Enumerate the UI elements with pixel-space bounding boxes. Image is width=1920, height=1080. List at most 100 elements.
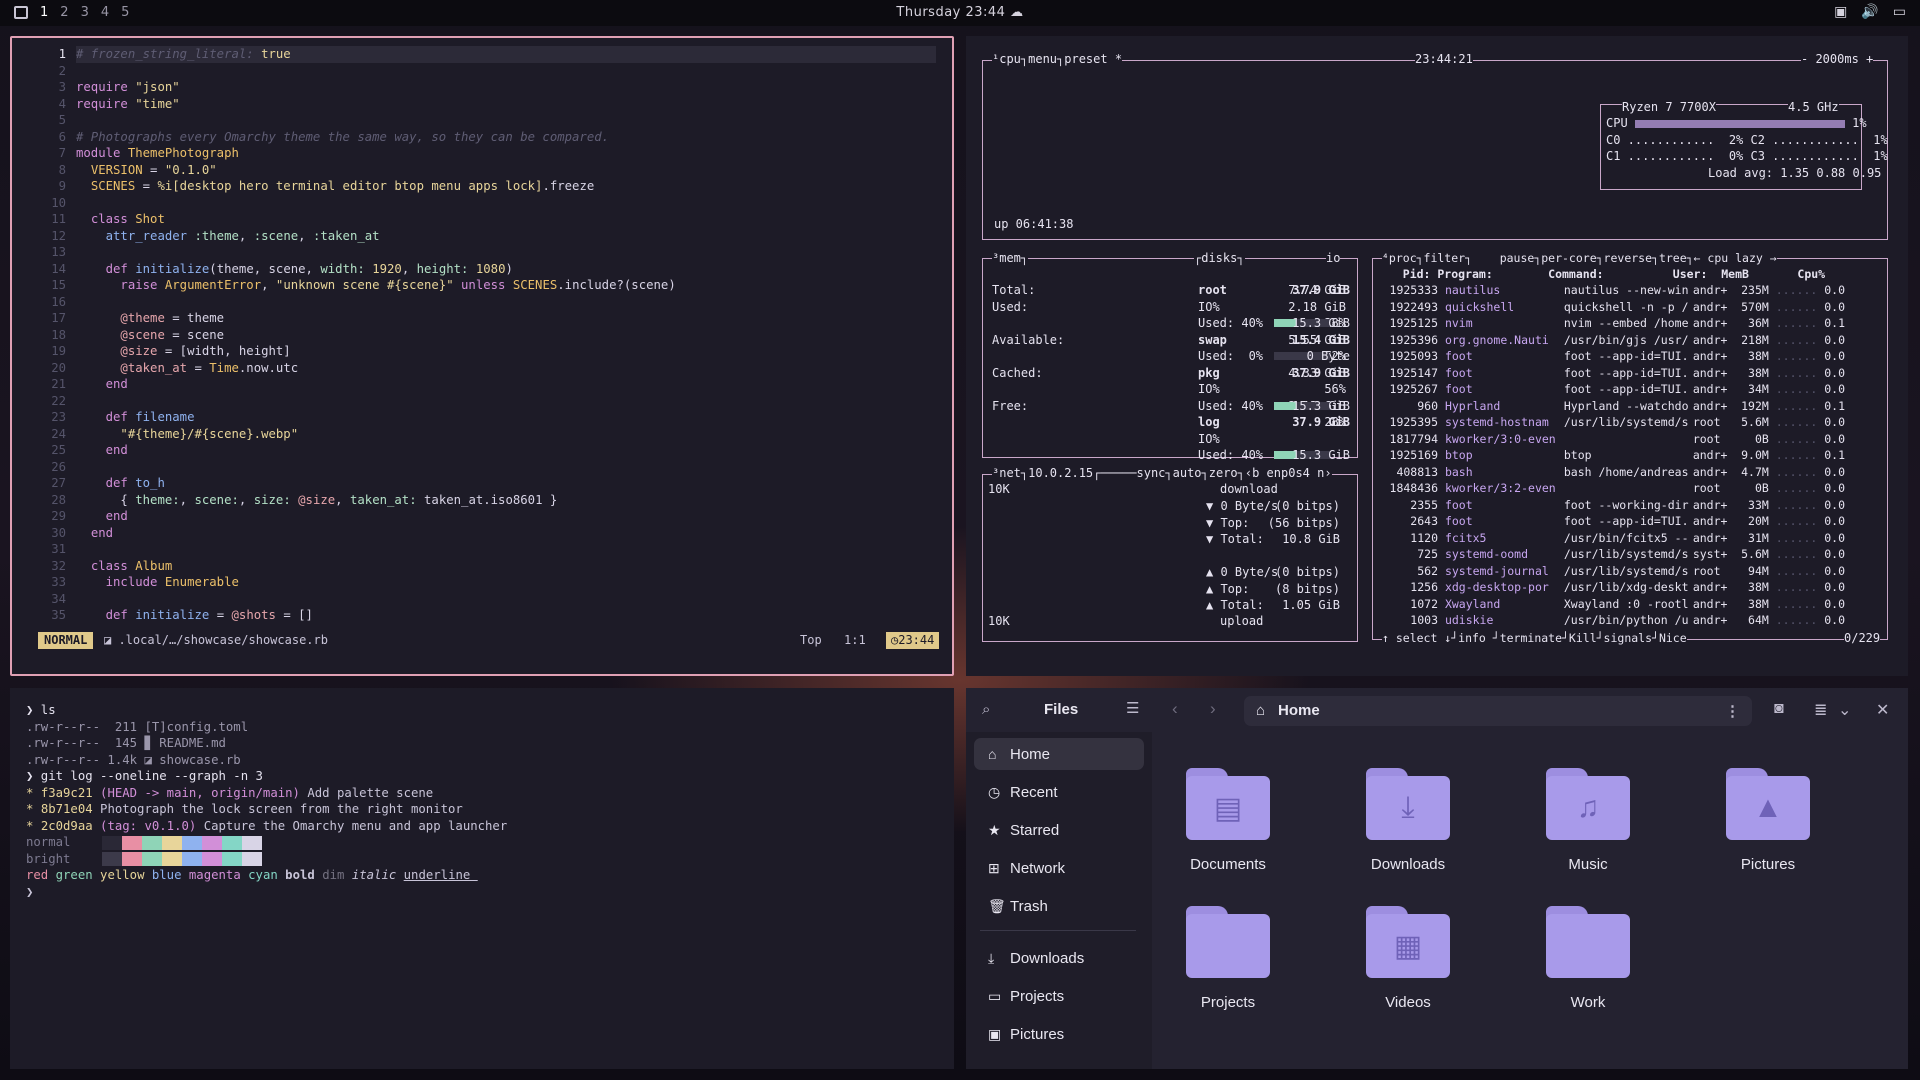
process-row[interactable]: 1925333 nautilus nautilus --new-win andr… [1382,282,1845,299]
process-row[interactable]: 1922493 quickshell quickshell -n -p / an… [1382,299,1845,316]
code-line[interactable]: attr_reader :theme, :scene, :taken_at [76,228,380,245]
color-swatch [202,852,222,866]
process-row[interactable]: 1120 fcitx5 /usr/bin/fcitx5 -- andr+ 31M … [1382,530,1845,547]
sidebar-item-downloads[interactable]: ⤓ Downloads [974,942,1144,974]
folder-videos[interactable]: ▦ Videos [1348,906,1468,1011]
sidebar-item-projects[interactable]: ▭ Projects [974,980,1144,1012]
process-row[interactable]: 2355 foot foot --working-dir andr+ 33M ..… [1382,497,1845,514]
process-row[interactable]: 2643 foot foot --app-id=TUI. andr+ 20M ..… [1382,513,1845,530]
proc-footer[interactable]: ↑ select ↓┘info ┘terminate┘Kill┘signals┘… [1382,630,1687,647]
code-line[interactable]: # frozen_string_literal: true [76,46,936,63]
code-line[interactable]: @scene = scene [76,327,224,344]
process-row[interactable]: 1848436 kworker/3:2-even root 0B ...... 0… [1382,480,1845,497]
process-row[interactable]: 960 Hyprland Hyprland --watchdo andr+ 192… [1382,398,1845,415]
code-line[interactable]: def initialize(theme, scene, width: 1920… [76,261,513,278]
forward-icon[interactable]: › [1210,699,1216,719]
app-title: Files [1044,701,1079,718]
sidebar-item-pictures[interactable]: ▣ Pictures [974,1018,1144,1050]
code-line[interactable]: @taken_at = Time.now.utc [76,360,298,377]
process-row[interactable]: 1925267 foot foot --app-id=TUI. andr+ 34M… [1382,381,1845,398]
code-line[interactable]: # Photographs every Omarchy theme the sa… [76,129,609,146]
location-bar[interactable]: ⌂ Home ⋮ [1244,696,1752,726]
code-line[interactable]: SCENES = %i[desktop hero terminal editor… [76,178,594,195]
refresh-rate[interactable]: - 2000ms + [1801,51,1874,68]
process-row[interactable]: 1817794 kworker/3:0-even root 0B ...... 0… [1382,431,1845,448]
process-row[interactable]: 725 systemd-oomd /usr/lib/systemd/s syst… [1382,546,1845,563]
folder-music[interactable]: ♫ Music [1528,768,1648,873]
code-line[interactable]: "#{theme}/#{scene}.webp" [76,426,298,443]
process-row[interactable]: 1925169 btop btop andr+ 9.0M ...... 0.1 [1382,447,1845,464]
code-line[interactable]: def initialize = @shots = [] [76,607,313,624]
close-icon[interactable]: ✕ [1876,700,1889,720]
process-row[interactable]: 1256 xdg-desktop-por /usr/lib/xdg-deskt … [1382,579,1845,596]
code-line[interactable]: @size = [width, height] [76,343,290,360]
code-line[interactable]: class Shot [76,211,165,228]
display-icon[interactable]: ▭ [1893,4,1906,20]
sidebar-item-home[interactable]: ⌂ Home [974,738,1144,770]
scroll-position: Top [800,633,822,647]
prompt[interactable]: ❯ [26,884,938,901]
process-row[interactable]: 1925125 nvim nvim --embed /home andr+ 36M… [1382,315,1845,332]
code-line[interactable]: require "json" [76,79,180,96]
code-line[interactable]: raise ArgumentError, "unknown scene #{sc… [76,277,675,294]
cloud-icon: ☁ [1010,5,1024,20]
clock[interactable]: Thursday 23:44 ☁ [0,5,1920,20]
process-row[interactable]: 562 systemd-journal /usr/lib/systemd/s r… [1382,563,1845,580]
code-line[interactable]: end [76,525,113,542]
list-view-icon[interactable]: ≣ [1814,700,1827,720]
code-line[interactable]: @theme = theme [76,310,224,327]
code-line[interactable]: end [76,442,128,459]
process-row[interactable]: 1925093 foot foot --app-id=TUI. andr+ 38M… [1382,348,1845,365]
chevron-down-icon[interactable]: ⌄ [1838,700,1851,720]
code-line[interactable]: { theme:, scene:, size: @size, taken_at:… [76,492,557,509]
folder-documents[interactable]: ▤ Documents [1168,768,1288,873]
disk-label: Used: 40% [1198,398,1264,413]
btop-window[interactable]: ¹cpu┐menu┐preset * 23:44:21 - 2000ms + R… [966,36,1908,676]
process-row[interactable]: 1925395 systemd-hostnam /usr/lib/systemd… [1382,414,1845,431]
process-row[interactable]: 1003 udiskie /usr/bin/python /u andr+ 64M… [1382,612,1845,629]
code-line[interactable]: end [76,376,128,393]
sidebar-item-trash[interactable]: 🗑 Trash [974,890,1144,922]
cpu-header[interactable]: ¹cpu┐menu┐preset * [992,51,1123,68]
folder-label: Downloads [1370,856,1446,873]
process-row[interactable]: 1925396 org.gnome.Nauti /usr/bin/gjs /us… [1382,332,1845,349]
code-line[interactable]: end [76,508,128,525]
code-line[interactable]: class Album [76,558,172,575]
folder-downloads[interactable]: ⤓ Downloads [1348,768,1468,873]
folder-icon: ▤ [1186,768,1270,840]
sidebar-item-starred[interactable]: ★ Starred [974,814,1144,846]
mem-row [992,348,1162,365]
proc-columns[interactable]: Pid: Program: Command: User: MemB Cpu% [1382,266,1825,283]
camera-icon[interactable]: ◙ [1774,700,1784,718]
color-swatch [102,852,122,866]
code-line[interactable]: def filename [76,409,195,426]
search-icon[interactable]: ⌕ [982,701,990,718]
back-icon[interactable]: ‹ [1172,699,1178,719]
code-line[interactable]: def to_h [76,475,165,492]
editor-window[interactable]: 1 # frozen_string_literal: true 2 3 require … [10,36,954,676]
folder-work[interactable]: Work [1528,906,1648,1011]
process-row[interactable]: 408813 bash bash /home/andreas andr+ 4.7M… [1382,464,1845,481]
system-tray: ▣ 🔊 ▭ [1834,4,1906,20]
folder-projects[interactable]: Projects [1168,906,1288,1011]
code-line[interactable]: module ThemePhotograph [76,145,239,162]
volume-icon[interactable]: 🔊 [1861,4,1878,20]
screen-icon[interactable]: ▣ [1834,4,1847,20]
files-window[interactable]: ⌕ Files ☰ ‹ › ⌂ Home ⋮ ◙ ≣ ⌄ ✕ ⌂ Home ◷ Rece… [966,688,1908,1069]
process-row[interactable]: 1072 Xwayland Xwayland :0 -rootl andr+ 38… [1382,596,1845,613]
sidebar-item-recent[interactable]: ◷ Recent [974,776,1144,808]
color-swatch [122,852,142,866]
disk-label: Used: 40% [1198,448,1264,462]
code-line[interactable]: VERSION = "0.1.0" [76,162,217,179]
sidebar-item-network[interactable]: ⊞ Network [974,852,1144,884]
process-row[interactable]: 1925147 foot foot --app-id=TUI. andr+ 38M… [1382,365,1845,382]
menu-icon[interactable]: ☰ [1126,699,1139,717]
code-line[interactable]: require "time" [76,96,180,113]
proc-header[interactable]: ⁴proc┐filter┐ pause┐per-core┐reverse┐tre… [1382,250,1777,267]
code-line[interactable]: include Enumerable [76,574,239,591]
folder-pictures[interactable]: ▲ Pictures [1708,768,1828,873]
style-word: bold [285,868,323,882]
sidebar-item-label: Home [1010,746,1051,763]
terminal-window[interactable]: ❯ ls .rw-r--r-- 211 [T]config.toml .rw-r--… [10,688,954,1069]
mem-row [992,315,1162,332]
